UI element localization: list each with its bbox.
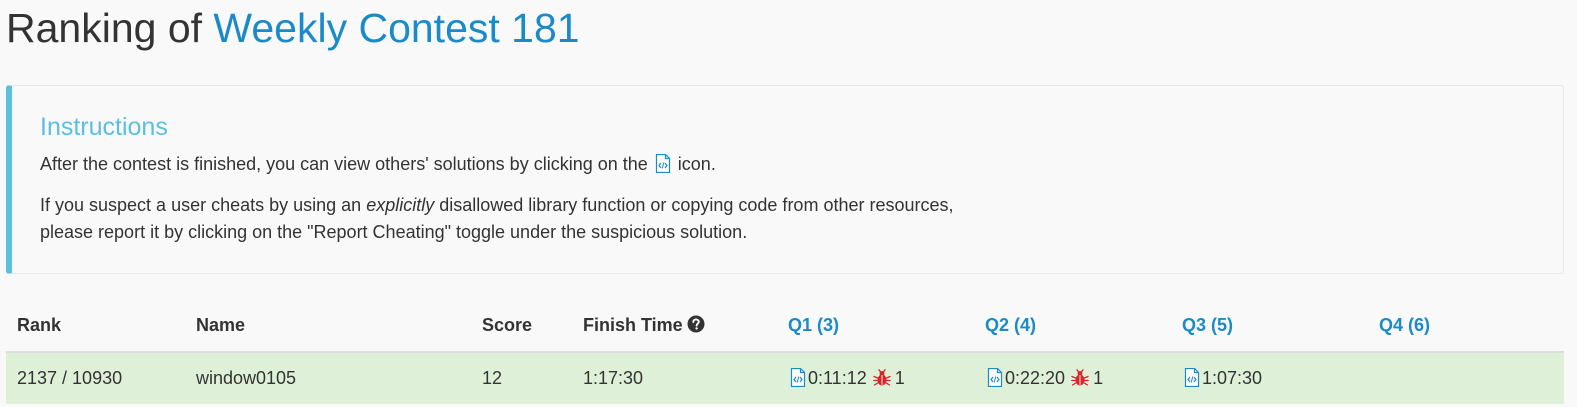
table-row: 2137 / 10930 window0105 12 1:17:30 0:11:… <box>6 352 1564 404</box>
instructions-title: Instructions <box>40 113 168 141</box>
column-header-rank: Rank <box>6 300 185 353</box>
column-header-q3[interactable]: Q3 (5) <box>1171 300 1368 353</box>
instructions-line-1: After the contest is finished, you can v… <box>40 154 716 174</box>
q2-time: 0:22:20 <box>1005 368 1066 388</box>
ranking-table: Rank Name Score Finish Time Q1 (3) Q2 (4… <box>6 300 1564 404</box>
q1-time: 0:11:12 <box>808 368 867 388</box>
code-file-icon[interactable] <box>987 368 1003 387</box>
code-file-icon[interactable] <box>1184 368 1200 387</box>
instructions-line-2: If you suspect a user cheats by using an… <box>40 195 954 242</box>
q1-bug-count: 1 <box>894 368 905 388</box>
page-title-prefix: Ranking of <box>6 5 214 51</box>
bug-icon <box>1071 369 1089 387</box>
column-header-q1[interactable]: Q1 (3) <box>777 300 974 353</box>
q4-cell <box>1368 352 1564 404</box>
column-header-score: Score <box>471 300 572 353</box>
code-file-icon <box>655 154 671 173</box>
bug-icon <box>872 369 891 387</box>
rank-cell: 2137 / 10930 <box>6 352 185 404</box>
q2-cell: 0:22:20 1 <box>974 352 1171 404</box>
score-cell: 12 <box>471 352 572 404</box>
name-cell: window0105 <box>185 352 471 404</box>
finish-time-cell: 1:17:30 <box>572 352 777 404</box>
instructions-panel: Instructions After the contest is finish… <box>6 85 1564 274</box>
question-circle-icon[interactable] <box>687 315 705 333</box>
q3-time: 1:07:30 <box>1202 368 1263 388</box>
page-title: Ranking of Weekly Contest 181 <box>6 4 580 52</box>
column-header-q4[interactable]: Q4 (6) <box>1368 300 1564 353</box>
q2-bug-count: 1 <box>1093 368 1104 388</box>
q1-cell: 0:11:12 1 <box>777 352 974 404</box>
column-header-finish-time: Finish Time <box>572 300 777 353</box>
q3-cell: 1:07:30 <box>1171 352 1368 404</box>
table-header-row: Rank Name Score Finish Time Q1 (3) Q2 (4… <box>6 300 1564 353</box>
contest-link[interactable]: Weekly Contest 181 <box>213 5 579 51</box>
column-header-name: Name <box>185 300 471 353</box>
column-header-q2[interactable]: Q2 (4) <box>974 300 1171 353</box>
code-file-icon[interactable] <box>790 368 806 387</box>
